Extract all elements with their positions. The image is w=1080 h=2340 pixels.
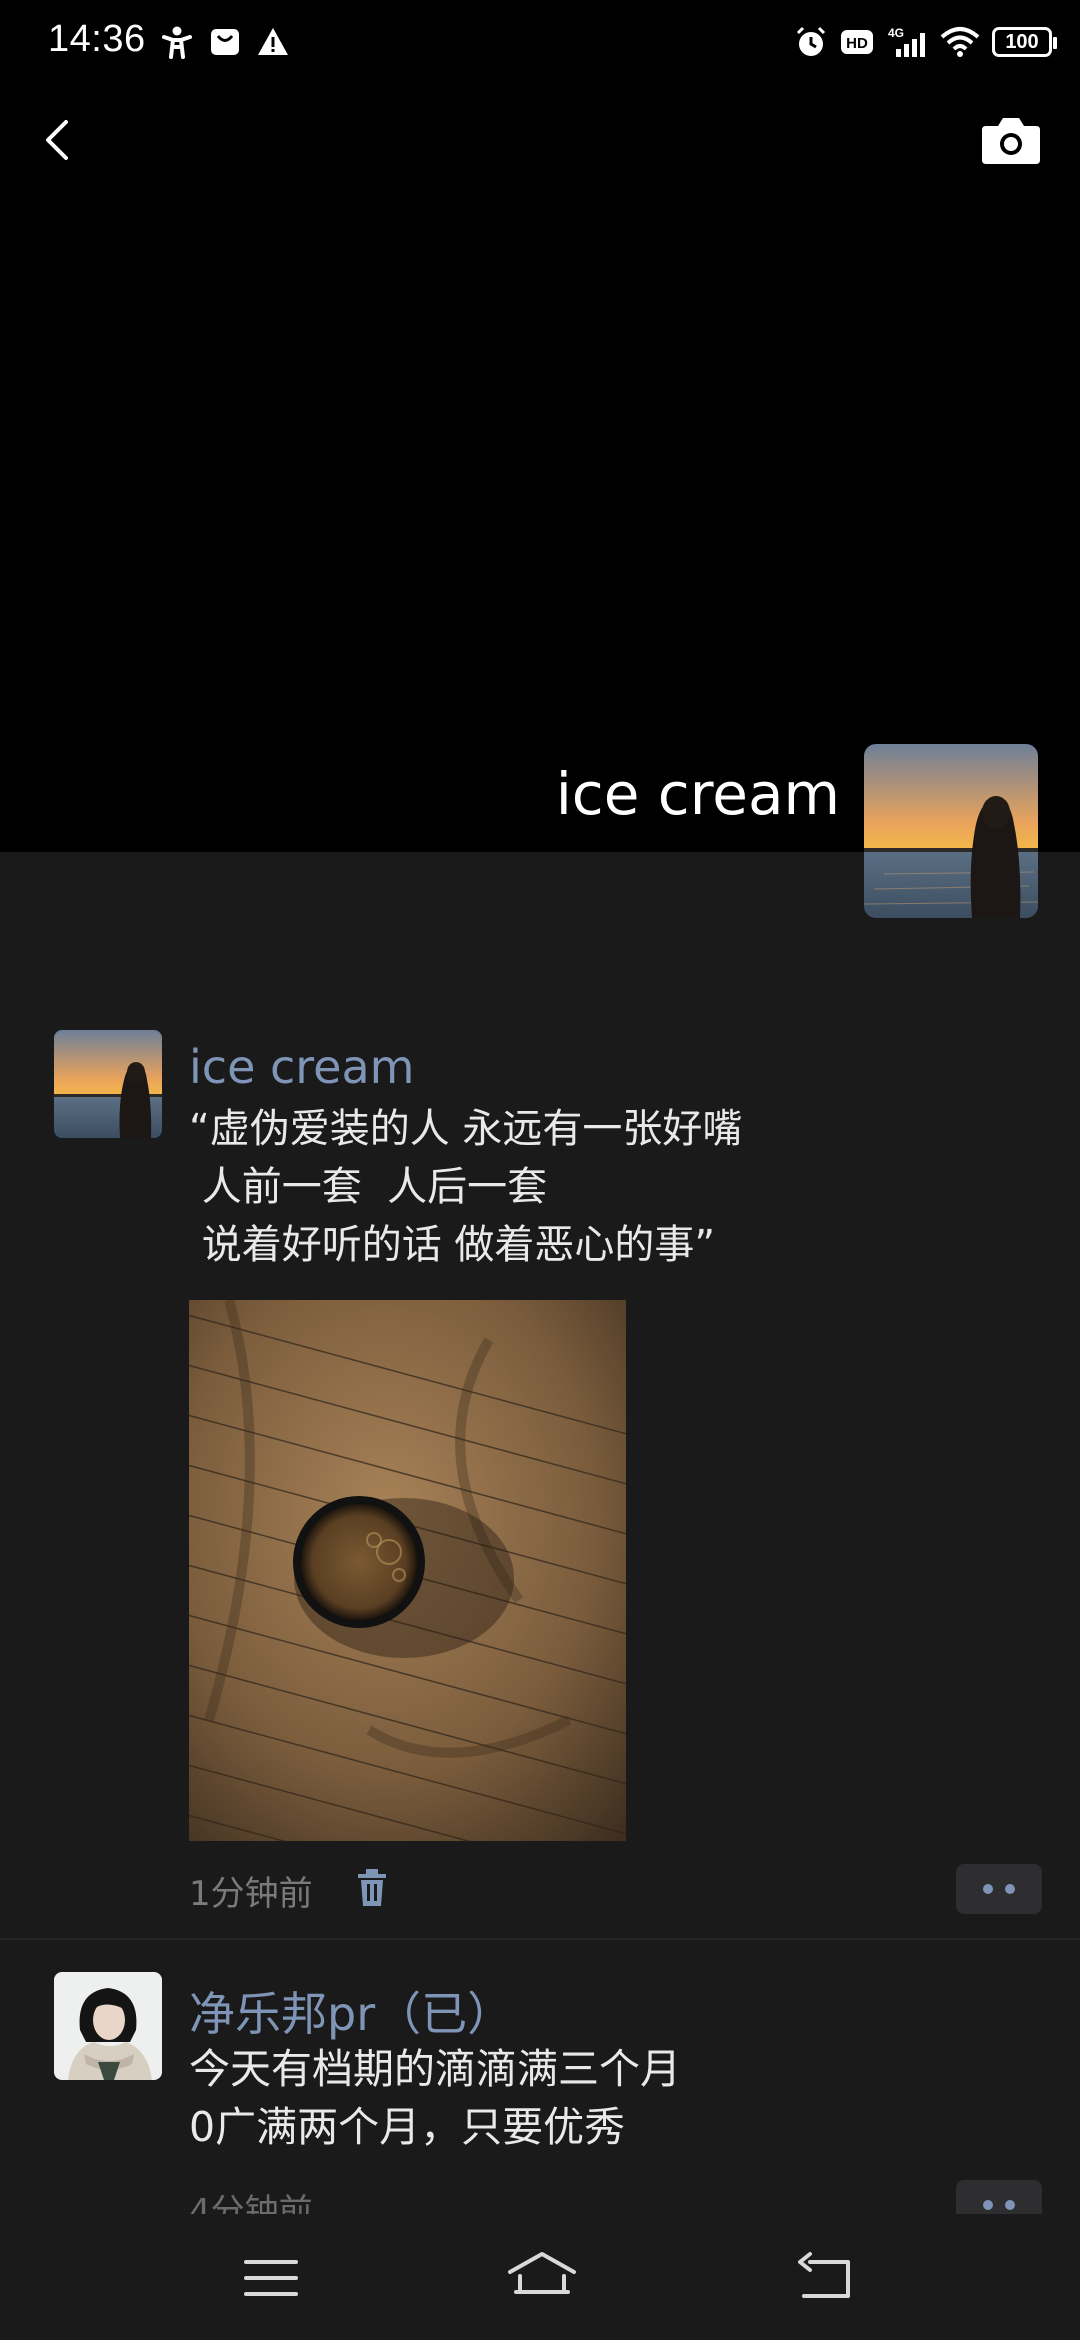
- post-author[interactable]: ice cream: [189, 1040, 415, 1094]
- more-dots-icon[interactable]: [956, 1864, 1042, 1914]
- dot: [983, 1884, 993, 1894]
- bag-icon: [208, 25, 242, 59]
- hd-icon: HD: [840, 25, 874, 59]
- post-author[interactable]: 净乐邦pr（已）: [189, 1978, 513, 2044]
- avatar[interactable]: [54, 1030, 162, 1138]
- status-left-icons: [160, 22, 290, 62]
- navigation-bar: [0, 2214, 1080, 2340]
- wifi-icon: [940, 25, 980, 59]
- profile-avatar[interactable]: [864, 744, 1038, 918]
- battery-icon: 100: [992, 27, 1057, 57]
- post-text-line: “虚伪爱装的人 永远有一张好嘴: [189, 1106, 743, 1152]
- moments-page: 14:36 HD 4G 100 ice cream ice cream “虚伪爱…: [0, 0, 1080, 2340]
- avatar[interactable]: [54, 1972, 162, 2080]
- moments-cover: 14:36 HD 4G 100 ice cream: [0, 0, 1080, 852]
- alarm-icon: [794, 25, 828, 59]
- accessibility-icon: [160, 25, 194, 59]
- camera-icon[interactable]: [980, 114, 1042, 166]
- post-text-line: 今天有档期的滴滴满三个月: [189, 2045, 681, 2093]
- chevron-left-icon[interactable]: [26, 108, 90, 172]
- signal-icon: 4G: [886, 25, 928, 59]
- menu-icon[interactable]: [236, 2248, 306, 2308]
- divider: [0, 1938, 1080, 1940]
- post-text: 今天有档期的滴滴满三个月 0广满两个月，只要优秀: [189, 2040, 1049, 2156]
- network-type: 4G: [888, 26, 904, 40]
- dot: [1005, 2200, 1015, 2210]
- post-text-line: 0广满两个月，只要优秀: [189, 2103, 626, 2151]
- post-text-line: 人前一套 人后一套: [189, 1164, 548, 1210]
- home-icon[interactable]: [502, 2244, 582, 2304]
- dot: [983, 2200, 993, 2210]
- trash-icon[interactable]: [352, 1866, 392, 1910]
- profile-name[interactable]: ice cream: [556, 760, 840, 828]
- post-text-line: 说着好听的话 做着恶心的事”: [189, 1222, 716, 1268]
- post-text: “虚伪爱装的人 永远有一张好嘴 人前一套 人后一套 说着好听的话 做着恶心的事”: [189, 1100, 1049, 1274]
- dot: [1005, 1884, 1015, 1894]
- svg-text:HD: HD: [846, 35, 868, 52]
- status-time: 14:36: [48, 18, 146, 60]
- status-bar: 14:36 HD 4G 100: [0, 0, 1080, 84]
- post-image[interactable]: [189, 1300, 626, 1841]
- warning-icon: [256, 25, 290, 59]
- post-timestamp: 1分钟前: [189, 1874, 313, 1914]
- status-right-icons: HD 4G 100: [794, 20, 1057, 64]
- back-icon[interactable]: [790, 2248, 860, 2308]
